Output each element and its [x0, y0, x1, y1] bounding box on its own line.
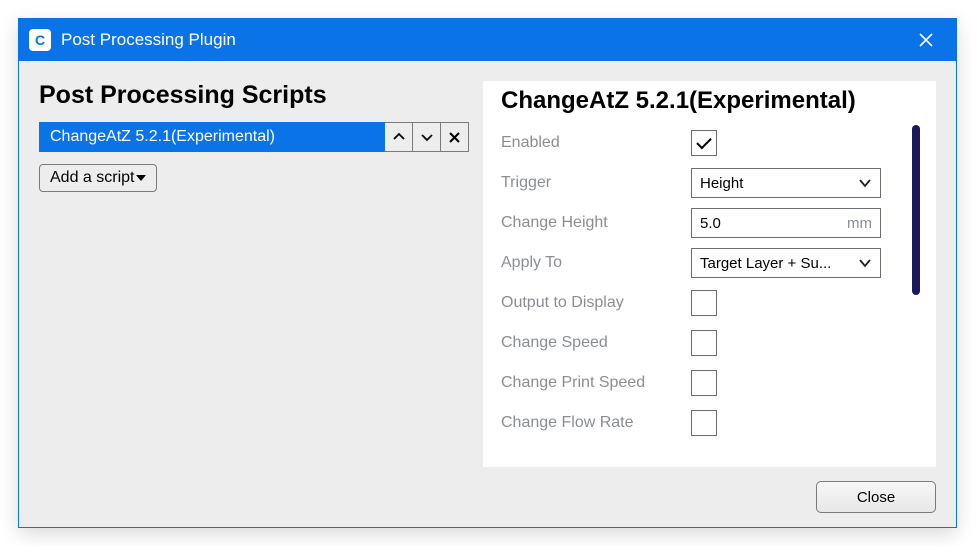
- body: Post Processing Scripts ChangeAtZ 5.2.1(…: [19, 61, 956, 481]
- chevron-down-icon: [858, 255, 872, 272]
- caret-down-icon: [136, 169, 146, 187]
- field-label: Apply To: [501, 254, 691, 272]
- input-value: 5.0: [700, 215, 847, 232]
- app-icon: C: [29, 29, 51, 51]
- field-apply-to: Apply To Target Layer + Su...: [501, 243, 898, 283]
- settings-pane: ChangeAtZ 5.2.1(Experimental) Enabled Tr…: [483, 81, 936, 467]
- titlebar[interactable]: C Post Processing Plugin: [19, 19, 956, 61]
- field-change-flow-rate: Change Flow Rate: [501, 403, 898, 443]
- scripts-heading: Post Processing Scripts: [39, 81, 469, 110]
- scripts-pane: Post Processing Scripts ChangeAtZ 5.2.1(…: [39, 81, 469, 467]
- change-flow-rate-checkbox[interactable]: [691, 410, 717, 436]
- change-speed-checkbox[interactable]: [691, 330, 717, 356]
- script-row: ChangeAtZ 5.2.1(Experimental): [39, 122, 469, 152]
- field-label: Change Speed: [501, 334, 691, 352]
- add-script-button[interactable]: Add a script: [39, 164, 157, 192]
- move-script-up-button[interactable]: [385, 122, 413, 152]
- chevron-down-icon: [858, 175, 872, 192]
- field-enabled: Enabled: [501, 123, 898, 163]
- field-label: Enabled: [501, 134, 691, 152]
- close-icon: [449, 132, 460, 143]
- chevron-down-icon: [421, 132, 433, 142]
- add-script-label: Add a script: [50, 169, 134, 187]
- output-to-display-checkbox[interactable]: [691, 290, 717, 316]
- field-label: Change Print Speed: [501, 374, 691, 392]
- field-output-to-display: Output to Display: [501, 283, 898, 323]
- change-print-speed-checkbox[interactable]: [691, 370, 717, 396]
- plugin-window: C Post Processing Plugin Post Processing…: [18, 18, 957, 528]
- change-height-input[interactable]: 5.0 mm: [691, 208, 881, 238]
- close-icon: [919, 33, 933, 47]
- dropdown-value: Target Layer + Su...: [700, 255, 854, 272]
- field-change-height: Change Height 5.0 mm: [501, 203, 898, 243]
- settings-heading: ChangeAtZ 5.2.1(Experimental): [501, 87, 898, 115]
- trigger-dropdown[interactable]: Height: [691, 168, 881, 198]
- field-trigger: Trigger Height: [501, 163, 898, 203]
- dropdown-value: Height: [700, 175, 854, 192]
- input-unit: mm: [847, 215, 872, 232]
- chevron-up-icon: [393, 132, 405, 142]
- field-change-speed: Change Speed: [501, 323, 898, 363]
- apply-to-dropdown[interactable]: Target Layer + Su...: [691, 248, 881, 278]
- enabled-checkbox[interactable]: [691, 130, 717, 156]
- close-button[interactable]: Close: [816, 481, 936, 513]
- move-script-down-button[interactable]: [413, 122, 441, 152]
- footer: Close: [19, 481, 956, 527]
- field-label: Change Flow Rate: [501, 414, 691, 432]
- window-close-button[interactable]: [906, 19, 946, 61]
- script-entry[interactable]: ChangeAtZ 5.2.1(Experimental): [39, 122, 385, 152]
- field-label: Output to Display: [501, 294, 691, 312]
- field-change-print-speed: Change Print Speed: [501, 363, 898, 403]
- field-label: Change Height: [501, 214, 691, 232]
- field-label: Trigger: [501, 174, 691, 192]
- remove-script-button[interactable]: [441, 122, 469, 152]
- scrollbar-thumb[interactable]: [912, 125, 920, 295]
- window-title: Post Processing Plugin: [61, 30, 906, 50]
